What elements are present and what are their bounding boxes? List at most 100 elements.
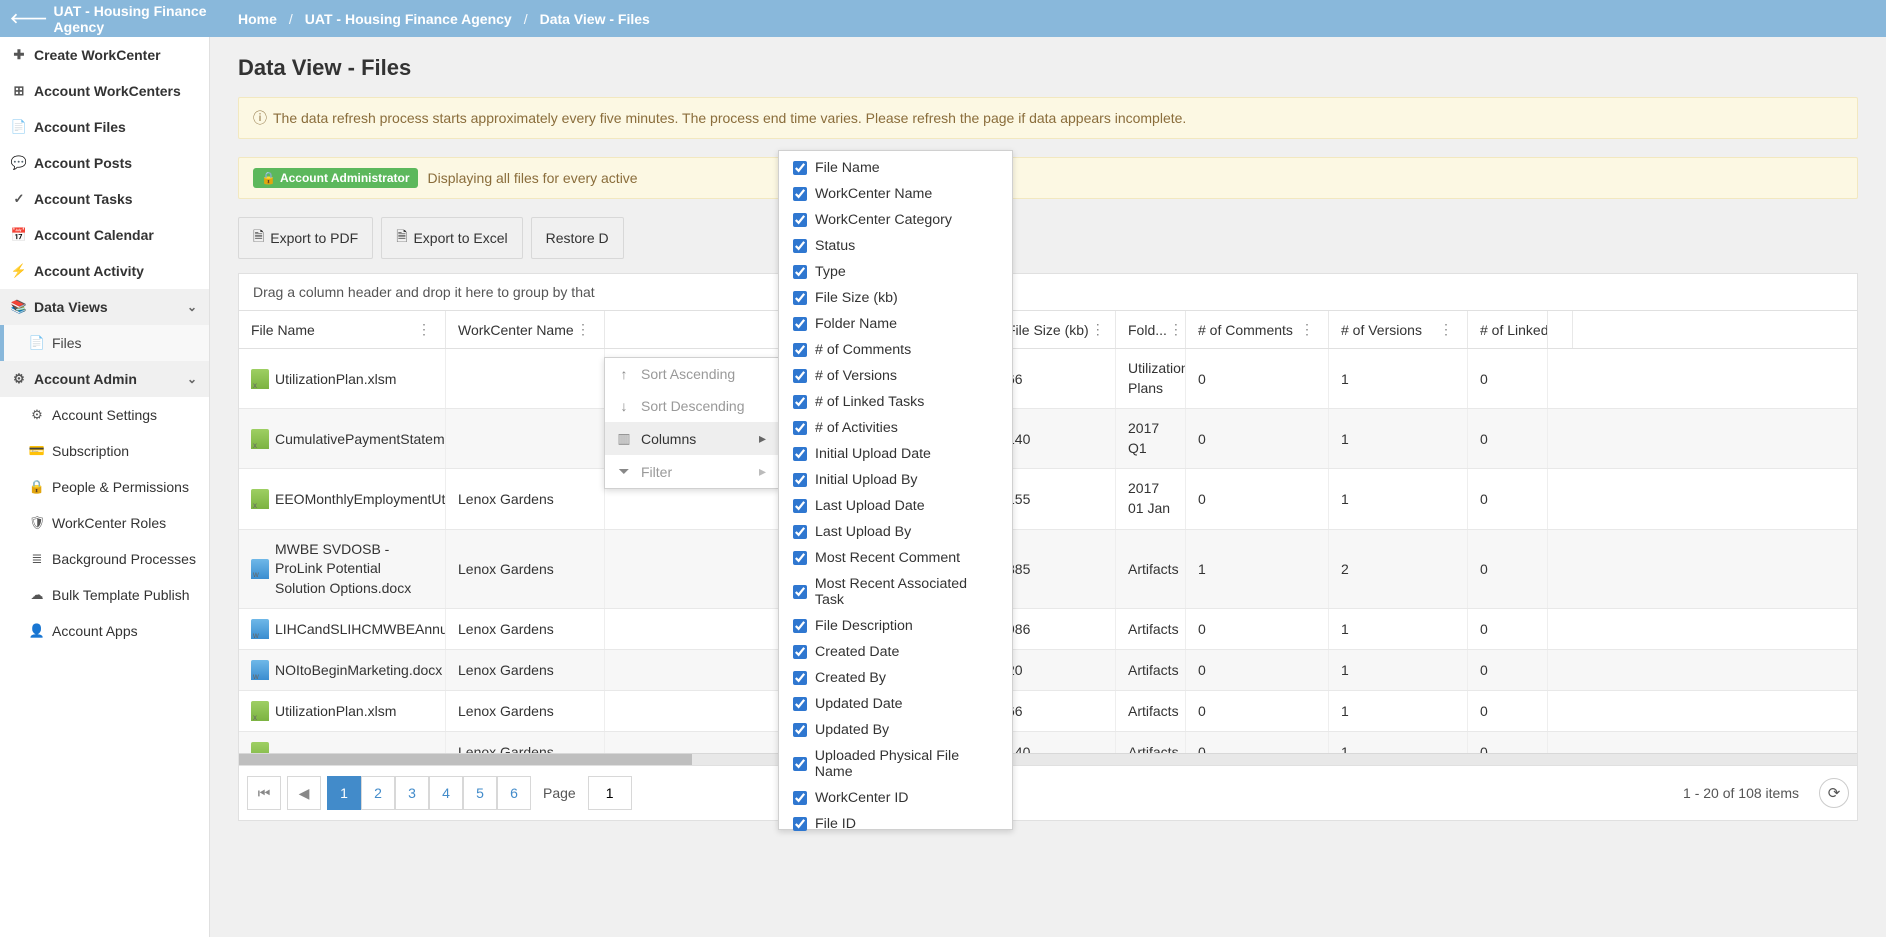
export-pdf-button[interactable]: 🗎 Export to PDF bbox=[238, 217, 373, 259]
column-toggle[interactable]: WorkCenter ID bbox=[779, 785, 1012, 811]
table-row[interactable]: UtilizationPlan.xlsm66Utilization Plans0… bbox=[239, 349, 1857, 409]
sidebar-item-account-activity[interactable]: ⚡Account Activity bbox=[0, 253, 209, 289]
column-toggle[interactable]: # of Comments bbox=[779, 337, 1012, 363]
column-toggle[interactable]: Initial Upload Date bbox=[779, 441, 1012, 467]
column-toggle[interactable]: WorkCenter Name bbox=[779, 181, 1012, 207]
column-menu-icon[interactable]: ⋮ bbox=[415, 321, 433, 338]
sidebar-item-account-posts[interactable]: 💬Account Posts bbox=[0, 145, 209, 181]
column-header[interactable]: # of Comments⋮ bbox=[1186, 311, 1329, 348]
column-toggle[interactable]: # of Versions bbox=[779, 363, 1012, 389]
column-toggle[interactable]: Last Upload Date bbox=[779, 493, 1012, 519]
column-menu-icon[interactable]: ⋮ bbox=[574, 321, 592, 338]
column-toggle[interactable]: Created By bbox=[779, 665, 1012, 691]
horizontal-scrollbar[interactable] bbox=[239, 753, 1857, 765]
column-checkbox[interactable] bbox=[793, 343, 807, 357]
column-checkbox[interactable] bbox=[793, 791, 807, 805]
column-toggle[interactable]: Uploaded Physical File Name bbox=[779, 743, 1012, 785]
table-row[interactable]: NOItoBeginMarketing.docxLenox Gardens20A… bbox=[239, 650, 1857, 691]
column-toggle[interactable]: Updated By bbox=[779, 717, 1012, 743]
column-header[interactable]: File Name⋮ bbox=[239, 311, 446, 348]
scrollbar-thumb[interactable] bbox=[239, 754, 692, 765]
pager-page-4[interactable]: 4 bbox=[429, 776, 463, 810]
column-toggle[interactable]: File Description bbox=[779, 613, 1012, 639]
column-header[interactable]: WorkCenter Name⋮ bbox=[446, 311, 605, 348]
sidebar-item-account-apps[interactable]: 👤Account Apps bbox=[0, 613, 209, 649]
table-row[interactable]: UtilizationPlan.xlsmLenox Gardens66Artif… bbox=[239, 691, 1857, 732]
column-header[interactable]: # of Linked⋮ bbox=[1468, 311, 1548, 348]
pager-first[interactable]: ⏮ bbox=[247, 776, 281, 810]
column-toggle[interactable]: Status bbox=[779, 233, 1012, 259]
pager-page-6[interactable]: 6 bbox=[497, 776, 531, 810]
column-header[interactable]: File Size (kb)⋮ bbox=[995, 311, 1116, 348]
pager-page-1[interactable]: 1 bbox=[327, 776, 361, 810]
group-drop-area[interactable]: Drag a column header and drop it here to… bbox=[238, 273, 1858, 311]
sidebar-item-workcenter-roles[interactable]: 🛡WorkCenter Roles bbox=[0, 505, 209, 541]
sidebar-item-background-processes[interactable]: ≣Background Processes bbox=[0, 541, 209, 577]
column-toggle[interactable]: File ID bbox=[779, 811, 1012, 837]
sidebar-item-account-files[interactable]: 📄Account Files bbox=[0, 109, 209, 145]
pager-page-5[interactable]: 5 bbox=[463, 776, 497, 810]
sidebar-item-subscription[interactable]: 💳Subscription bbox=[0, 433, 209, 469]
column-toggle[interactable]: # of Activities bbox=[779, 415, 1012, 441]
column-checkbox[interactable] bbox=[793, 291, 807, 305]
sidebar-item-account-calendar[interactable]: 📅Account Calendar bbox=[0, 217, 209, 253]
ctx-filter[interactable]: ⏷Filter ▸ bbox=[605, 455, 778, 488]
column-checkbox[interactable] bbox=[793, 619, 807, 633]
column-checkbox[interactable] bbox=[793, 395, 807, 409]
column-toggle[interactable]: # of Linked Tasks bbox=[779, 389, 1012, 415]
column-checkbox[interactable] bbox=[793, 585, 807, 599]
table-row[interactable]: MWBE SVDOSB - ProLink Potential Solution… bbox=[239, 530, 1857, 610]
pager-page-2[interactable]: 2 bbox=[361, 776, 395, 810]
column-checkbox[interactable] bbox=[793, 671, 807, 685]
breadcrumb-account[interactable]: UAT - Housing Finance Agency bbox=[305, 11, 512, 27]
workcenter-switch[interactable]: 🡐 UAT - Housing Finance Agency bbox=[0, 3, 210, 35]
column-checkbox[interactable] bbox=[793, 551, 807, 565]
sidebar-item-account-workcenters[interactable]: ⊞Account WorkCenters bbox=[0, 73, 209, 109]
column-menu-icon[interactable]: ⋮ bbox=[1298, 321, 1316, 338]
refresh-button[interactable]: ⟳ bbox=[1819, 778, 1849, 808]
column-header[interactable]: Fold...⋮ bbox=[1116, 311, 1186, 348]
column-checkbox[interactable] bbox=[793, 499, 807, 513]
ctx-sort-asc[interactable]: ↑Sort Ascending bbox=[605, 358, 778, 390]
column-checkbox[interactable] bbox=[793, 213, 807, 227]
sidebar-item-people-permissions[interactable]: 🔒People & Permissions bbox=[0, 469, 209, 505]
sidebar-item-bulk-template-publish[interactable]: ☁Bulk Template Publish bbox=[0, 577, 209, 613]
table-row[interactable]: LIHCandSLIHCMWBEAnnualRe...Lenox Gardens… bbox=[239, 609, 1857, 650]
pager-page-3[interactable]: 3 bbox=[395, 776, 429, 810]
column-toggle[interactable]: Most Recent Associated Task bbox=[779, 571, 1012, 613]
pager-page-input[interactable] bbox=[588, 776, 632, 810]
column-toggle[interactable]: Folder Name bbox=[779, 311, 1012, 337]
table-row[interactable]: Lenox Gardens140Artifacts010 bbox=[239, 732, 1857, 753]
column-checkbox[interactable] bbox=[793, 473, 807, 487]
breadcrumb-leaf[interactable]: Data View - Files bbox=[540, 11, 650, 27]
export-excel-button[interactable]: 🗎 Export to Excel bbox=[381, 217, 522, 259]
column-menu-icon[interactable]: ⋮ bbox=[1437, 321, 1455, 338]
sidebar-account-admin[interactable]: ⚙ Account Admin ⌄ bbox=[0, 361, 209, 397]
column-menu-icon[interactable]: ⋮ bbox=[1167, 321, 1185, 338]
column-checkbox[interactable] bbox=[793, 525, 807, 539]
sidebar-dataviews[interactable]: 📚 Data Views ⌄ bbox=[0, 289, 209, 325]
column-checkbox[interactable] bbox=[793, 265, 807, 279]
pager-prev[interactable]: ◀ bbox=[287, 776, 321, 810]
column-checkbox[interactable] bbox=[793, 161, 807, 175]
column-checkbox[interactable] bbox=[793, 369, 807, 383]
column-toggle[interactable]: Type bbox=[779, 259, 1012, 285]
column-toggle[interactable]: Initial Upload By bbox=[779, 467, 1012, 493]
column-toggle[interactable]: File Size (kb) bbox=[779, 285, 1012, 311]
ctx-sort-desc[interactable]: ↓Sort Descending bbox=[605, 390, 778, 422]
column-checkbox[interactable] bbox=[793, 317, 807, 331]
table-row[interactable]: EEOMonthlyEmploymentUtiliza...Lenox Gard… bbox=[239, 469, 1857, 529]
sidebar-item-account-tasks[interactable]: ✓Account Tasks bbox=[0, 181, 209, 217]
column-toggle[interactable]: Most Recent Comment bbox=[779, 545, 1012, 571]
column-checkbox[interactable] bbox=[793, 187, 807, 201]
restore-defaults-button[interactable]: Restore D bbox=[531, 217, 624, 259]
column-toggle[interactable]: WorkCenter Category bbox=[779, 207, 1012, 233]
column-checkbox[interactable] bbox=[793, 645, 807, 659]
column-checkbox[interactable] bbox=[793, 817, 807, 831]
breadcrumb-home[interactable]: Home bbox=[238, 11, 277, 27]
column-checkbox[interactable] bbox=[793, 723, 807, 737]
column-menu-icon[interactable]: ⋮ bbox=[1089, 321, 1107, 338]
table-row[interactable]: CumulativePaymentStateme1402017 Q1010 bbox=[239, 409, 1857, 469]
column-checkbox[interactable] bbox=[793, 697, 807, 711]
column-toggle[interactable]: Created Date bbox=[779, 639, 1012, 665]
